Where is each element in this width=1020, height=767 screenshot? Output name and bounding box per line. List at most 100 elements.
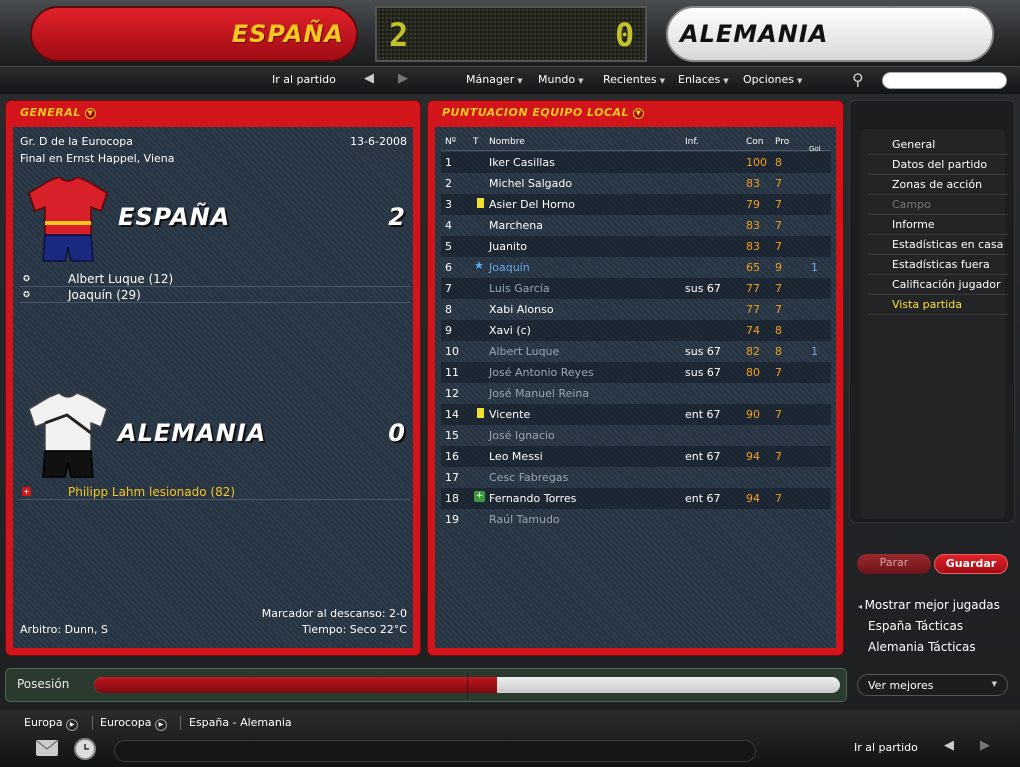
back-arrow-icon[interactable]: ◀ <box>364 71 374 86</box>
general-panel-title[interactable]: GENERAL ▼ <box>20 106 96 119</box>
go-to-match-link[interactable]: Ir al partido <box>272 73 336 86</box>
chevron-down-icon: ▼ <box>659 77 665 85</box>
general-title-label: GENERAL <box>20 106 81 119</box>
breadcrumb-match[interactable]: España - Alemania <box>189 716 292 729</box>
player-condition: 82 <box>746 345 760 358</box>
player-rating: 8 <box>775 324 782 337</box>
col-goals[interactable]: Gol <box>809 145 821 151</box>
player-number: 16 <box>445 450 459 463</box>
view-best-label: Ver mejores <box>868 679 934 692</box>
side-menu-item[interactable]: Calificación jugador <box>868 275 1008 295</box>
ratings-panel-title[interactable]: PUNTUACION EQUIPO LOCAL ▼ <box>442 106 645 119</box>
table-row[interactable]: 19 Raúl Tamudo <box>441 509 831 530</box>
player-goals: 1 <box>811 345 818 358</box>
player-condition: 77 <box>746 303 760 316</box>
away-team-banner: ALEMANIA <box>666 6 994 62</box>
col-rating[interactable]: Pro <box>775 137 789 147</box>
side-menu-item[interactable]: Zonas de acción <box>868 175 1008 195</box>
table-row[interactable]: 8 Xabi Alonso 77 7 <box>441 299 831 320</box>
table-row[interactable]: 4 Marchena 83 7 <box>441 215 831 236</box>
player-rating: 7 <box>775 366 782 379</box>
table-row[interactable]: 15 José Ignacio <box>441 425 831 446</box>
link-spain-tactics[interactable]: España Tácticas <box>868 619 963 633</box>
side-menu-item[interactable]: Informe <box>868 215 1008 235</box>
player-number: 15 <box>445 429 459 442</box>
side-menu-item: Campo <box>868 195 1008 215</box>
link-best-plays[interactable]: ◂ Mostrar mejor jugadas <box>858 598 1000 612</box>
search-icon[interactable]: ⚲ <box>852 70 864 89</box>
table-row[interactable]: 9 Xavi (c) 74 8 <box>441 320 831 341</box>
breadcrumb-label: Europa <box>24 716 63 729</box>
player-condition: 100 <box>746 156 767 169</box>
player-number: 19 <box>445 513 459 526</box>
scoreboard-header: ESPAÑA 2 0 ALEMANIA <box>0 0 1020 66</box>
substitute-in-icon: + <box>474 491 485 502</box>
menu-manager[interactable]: Mánager ▼ <box>466 73 523 86</box>
side-menu-list: General Datos del partido Zonas de acción C… <box>860 129 1008 519</box>
player-number: 2 <box>445 177 452 190</box>
menu-opciones[interactable]: Opciones ▼ <box>743 73 802 86</box>
player-number: 6 <box>445 261 452 274</box>
menu-mundo[interactable]: Mundo ▼ <box>538 73 584 86</box>
table-row[interactable]: 5 Juanito 83 7 <box>441 236 831 257</box>
col-info[interactable]: Inf. <box>685 137 699 147</box>
table-row[interactable]: 1 Iker Casillas 100 8 <box>441 152 831 173</box>
table-row[interactable]: 3 Asier Del Horno 79 7 <box>441 194 831 215</box>
side-menu-item[interactable]: Datos del partido <box>868 155 1008 175</box>
side-menu-item[interactable]: Vista partida <box>868 295 1008 315</box>
venue-label: Final en Ernst Happel, Viena <box>20 152 175 165</box>
footer-back-arrow-icon[interactable]: ◀ <box>944 738 954 753</box>
breadcrumb-eurocopa[interactable]: Eurocopa ▶ <box>100 716 167 731</box>
table-row[interactable]: 10 Albert Luque sus 67 82 8 1 <box>441 341 831 362</box>
chevron-down-icon: ▼ <box>723 77 729 85</box>
view-best-dropdown[interactable]: Ver mejores ▼ <box>857 674 1008 696</box>
save-button[interactable]: Guardar <box>934 554 1008 574</box>
side-menu-item[interactable]: Estadísticas fuera <box>868 255 1008 275</box>
forward-arrow-icon[interactable]: ▶ <box>398 71 408 86</box>
table-row[interactable]: 17 Cesc Fabregas <box>441 467 831 488</box>
stop-button[interactable]: Parar <box>857 554 931 574</box>
menu-enlaces[interactable]: Enlaces ▼ <box>678 73 729 86</box>
home-event-text: Joaquín (29) <box>68 288 141 302</box>
table-row[interactable]: 16 Leo Messi ent 67 94 7 <box>441 446 831 467</box>
player-info: sus 67 <box>685 282 721 295</box>
player-name: Raúl Tamudo <box>489 513 560 526</box>
footer-go-to-match[interactable]: Ir al partido <box>854 741 918 754</box>
col-number[interactable]: Nº <box>445 137 456 147</box>
referee-label: Arbitro: Dunn, S <box>20 623 108 636</box>
side-menu-panel: General Datos del partido Zonas de acción C… <box>849 100 1015 523</box>
table-row[interactable]: 7 Luis García sus 67 77 7 <box>441 278 831 299</box>
table-row[interactable]: 11 José Antonio Reyes sus 67 80 7 <box>441 362 831 383</box>
ratings-title-label: PUNTUACION EQUIPO LOCAL <box>442 106 630 119</box>
player-name: Leo Messi <box>489 450 543 463</box>
menu-recientes[interactable]: Recientes ▼ <box>603 73 665 86</box>
table-row[interactable]: 2 Michel Salgado 83 7 <box>441 173 831 194</box>
link-germany-tactics[interactable]: Alemania Tácticas <box>868 640 976 654</box>
player-rating: 7 <box>775 282 782 295</box>
col-name[interactable]: Nombre <box>489 137 525 147</box>
player-rating: 9 <box>775 261 782 274</box>
col-type[interactable]: T <box>473 137 479 147</box>
clock-icon[interactable] <box>74 738 96 760</box>
table-row[interactable]: 18 Fernando Torres ent 67 94 7 + <box>441 488 831 509</box>
player-name: Luis García <box>489 282 550 295</box>
player-name: Vicente <box>489 408 531 421</box>
player-condition: 74 <box>746 324 760 337</box>
table-row[interactable]: 14 Vicente ent 67 90 7 <box>441 404 831 425</box>
player-rating: 7 <box>775 303 782 316</box>
search-input[interactable] <box>882 72 1007 89</box>
table-row[interactable]: 6 Joaquín 65 9 1 ★ <box>441 257 831 278</box>
breadcrumb-europa[interactable]: Europa ▶ <box>24 716 79 731</box>
player-number: 12 <box>445 387 459 400</box>
footer-forward-arrow-icon[interactable]: ▶ <box>980 738 990 753</box>
mail-icon[interactable] <box>36 740 58 756</box>
chevron-down-icon: ▼ <box>633 107 645 119</box>
home-event-text: Albert Luque (12) <box>68 272 174 286</box>
news-ticker <box>114 740 756 762</box>
col-condition[interactable]: Con <box>746 137 764 147</box>
side-menu-item[interactable]: Estadísticas en casa <box>868 235 1008 255</box>
player-rating: 7 <box>775 198 782 211</box>
side-menu-item[interactable]: General <box>868 135 1008 155</box>
table-row[interactable]: 12 José Manuel Reina <box>441 383 831 404</box>
home-score: 2 <box>389 16 409 54</box>
